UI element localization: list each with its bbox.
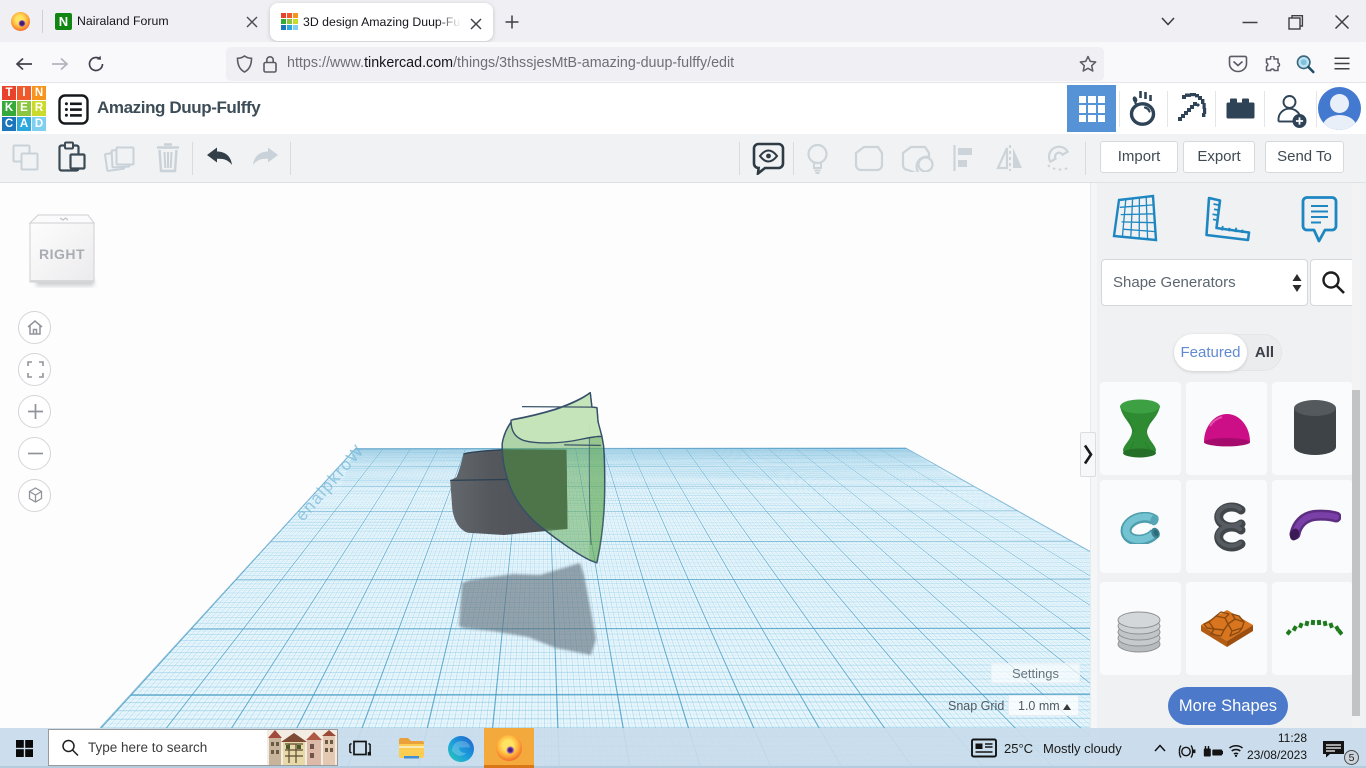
svg-text:RIGHT: RIGHT xyxy=(39,246,85,262)
